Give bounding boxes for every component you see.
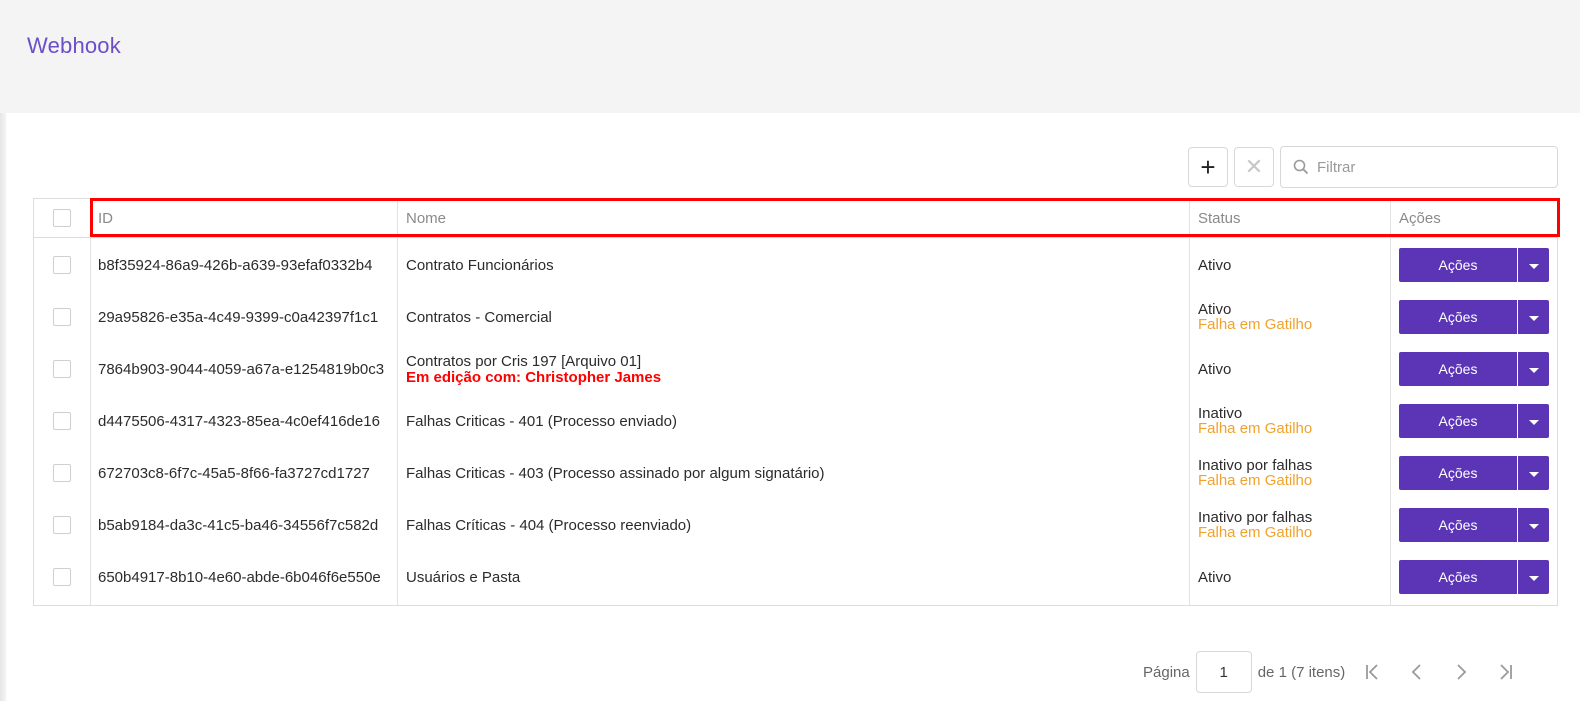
chevron-left-icon bbox=[1411, 664, 1421, 680]
row-actions: Ações bbox=[1399, 404, 1549, 438]
actions-button[interactable]: Ações bbox=[1399, 508, 1517, 542]
status-warning: Falha em Gatilho bbox=[1198, 420, 1313, 437]
caret-down-icon bbox=[1528, 368, 1539, 373]
page-header: Webhook bbox=[0, 0, 1580, 113]
caret-down-icon bbox=[1528, 472, 1539, 477]
page-title: Webhook bbox=[27, 33, 121, 58]
actions-button[interactable]: Ações bbox=[1399, 404, 1517, 438]
search-icon bbox=[1293, 159, 1309, 175]
table-toolbar: + ✕ bbox=[1188, 147, 1274, 187]
status-warning: Falha em Gatilho bbox=[1198, 472, 1313, 489]
header-id[interactable]: ID bbox=[98, 210, 113, 227]
plus-icon: + bbox=[1200, 152, 1216, 182]
table-row[interactable]: 672703c8-6f7c-45a5-8f66-fa3727cd1727 Fal… bbox=[34, 447, 1557, 499]
table-row[interactable]: b8f35924-86a9-426b-a639-93efaf0332b4 Con… bbox=[34, 239, 1557, 291]
actions-button[interactable]: Ações bbox=[1399, 456, 1517, 490]
caret-down-icon bbox=[1528, 576, 1539, 581]
row-id: b8f35924-86a9-426b-a639-93efaf0332b4 bbox=[98, 257, 373, 274]
table-row[interactable]: 650b4917-8b10-4e60-abde-6b046f6e550e Usu… bbox=[34, 551, 1557, 603]
last-page-button[interactable] bbox=[1483, 651, 1527, 693]
actions-dropdown-button[interactable] bbox=[1518, 560, 1549, 594]
row-status: Ativo bbox=[1198, 569, 1232, 586]
editing-notice: Em edição com: Christopher James bbox=[406, 369, 662, 386]
page-summary: de 1 (7 itens) bbox=[1257, 663, 1346, 681]
pagination: Página de 1 (7 itens) bbox=[1143, 651, 1527, 693]
header-status[interactable]: Status bbox=[1198, 210, 1241, 227]
row-id: 650b4917-8b10-4e60-abde-6b046f6e550e bbox=[98, 569, 381, 586]
row-name: Falhas Criticas - 401 (Processo enviado) bbox=[406, 413, 677, 430]
first-page-button[interactable] bbox=[1351, 651, 1395, 693]
row-checkbox[interactable] bbox=[53, 360, 71, 378]
webhook-table: ID Nome Status Ações b8f35924-86a9-426b-… bbox=[33, 198, 1558, 606]
table-row[interactable]: d4475506-4317-4323-85ea-4c0ef416de16 Fal… bbox=[34, 395, 1557, 447]
table-row[interactable]: 7864b903-9044-4059-a67a-e1254819b0c3 Con… bbox=[34, 343, 1557, 395]
first-page-icon bbox=[1366, 664, 1378, 680]
actions-button[interactable]: Ações bbox=[1399, 560, 1517, 594]
chevron-right-icon bbox=[1457, 664, 1467, 680]
actions-dropdown-button[interactable] bbox=[1518, 456, 1549, 490]
row-checkbox[interactable] bbox=[53, 412, 71, 430]
page-number-input[interactable] bbox=[1195, 651, 1252, 693]
header-name[interactable]: Nome bbox=[406, 210, 446, 227]
row-name: Contratos - Comercial bbox=[406, 309, 552, 326]
row-checkbox[interactable] bbox=[53, 516, 71, 534]
header-actions: Ações bbox=[1399, 210, 1441, 227]
row-actions: Ações bbox=[1399, 560, 1549, 594]
table-header: ID Nome Status Ações bbox=[34, 199, 1557, 238]
actions-dropdown-button[interactable] bbox=[1518, 248, 1549, 282]
status-warning: Falha em Gatilho bbox=[1198, 316, 1313, 333]
page-label: Página bbox=[1143, 663, 1190, 681]
actions-dropdown-button[interactable] bbox=[1518, 352, 1549, 386]
row-actions: Ações bbox=[1399, 508, 1549, 542]
row-id: 29a95826-e35a-4c49-9399-c0a42397f1c1 bbox=[98, 309, 379, 326]
caret-down-icon bbox=[1528, 316, 1539, 321]
actions-dropdown-button[interactable] bbox=[1518, 300, 1549, 334]
last-page-icon bbox=[1500, 664, 1513, 680]
actions-button[interactable]: Ações bbox=[1399, 352, 1517, 386]
row-id: b5ab9184-da3c-41c5-ba46-34556f7c582d bbox=[98, 517, 379, 534]
row-actions: Ações bbox=[1399, 352, 1549, 386]
row-name: Falhas Criticas - 403 (Processo assinado… bbox=[406, 465, 825, 482]
row-id: 672703c8-6f7c-45a5-8f66-fa3727cd1727 bbox=[98, 465, 370, 482]
caret-down-icon bbox=[1528, 420, 1539, 425]
actions-dropdown-button[interactable] bbox=[1518, 508, 1549, 542]
filter-input[interactable] bbox=[1317, 158, 1537, 176]
row-actions: Ações bbox=[1399, 300, 1549, 334]
table-row[interactable]: b5ab9184-da3c-41c5-ba46-34556f7c582d Fal… bbox=[34, 499, 1557, 551]
row-id: d4475506-4317-4323-85ea-4c0ef416de16 bbox=[98, 413, 380, 430]
row-name: Contrato Funcionários bbox=[406, 257, 554, 274]
row-checkbox[interactable] bbox=[53, 308, 71, 326]
row-status: Ativo bbox=[1198, 361, 1232, 378]
row-name: Falhas Críticas - 404 (Processo reenviad… bbox=[406, 517, 692, 534]
row-name: Contratos por Cris 197 [Arquivo 01] bbox=[406, 353, 642, 370]
actions-dropdown-button[interactable] bbox=[1518, 404, 1549, 438]
actions-button[interactable]: Ações bbox=[1399, 248, 1517, 282]
row-name: Usuários e Pasta bbox=[406, 569, 521, 586]
next-page-button[interactable] bbox=[1439, 651, 1483, 693]
previous-page-button[interactable] bbox=[1395, 651, 1439, 693]
remove-button[interactable]: ✕ bbox=[1234, 147, 1274, 187]
select-all-checkbox[interactable] bbox=[53, 209, 71, 227]
row-status: Ativo bbox=[1198, 257, 1232, 274]
row-id: 7864b903-9044-4059-a67a-e1254819b0c3 bbox=[98, 361, 385, 378]
row-actions: Ações bbox=[1399, 248, 1549, 282]
table-row[interactable]: 29a95826-e35a-4c49-9399-c0a42397f1c1 Con… bbox=[34, 291, 1557, 343]
close-icon: ✕ bbox=[1244, 154, 1264, 179]
filter-field[interactable] bbox=[1280, 146, 1558, 188]
caret-down-icon bbox=[1528, 524, 1539, 529]
status-warning: Falha em Gatilho bbox=[1198, 524, 1313, 541]
row-checkbox[interactable] bbox=[53, 568, 71, 586]
row-checkbox[interactable] bbox=[53, 256, 71, 274]
add-button[interactable]: + bbox=[1188, 147, 1228, 187]
row-checkbox[interactable] bbox=[53, 464, 71, 482]
caret-down-icon bbox=[1528, 264, 1539, 269]
actions-button[interactable]: Ações bbox=[1399, 300, 1517, 334]
row-actions: Ações bbox=[1399, 456, 1549, 490]
